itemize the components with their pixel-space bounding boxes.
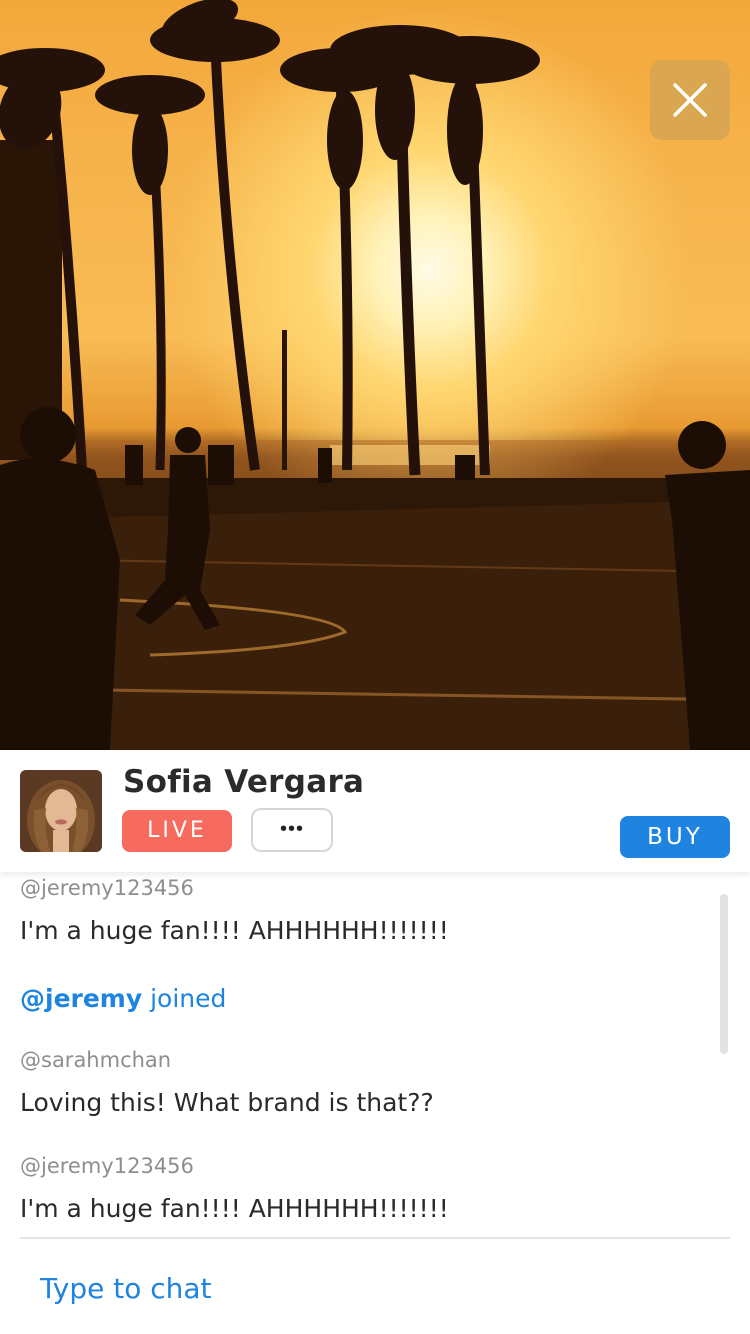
- join-handle[interactable]: @jeremy: [20, 984, 142, 1013]
- close-button[interactable]: [650, 60, 730, 140]
- buy-button[interactable]: BUY: [620, 816, 730, 858]
- chat-message-text: Loving this! What brand is that??: [20, 1088, 434, 1117]
- more-dots-icon: •••: [279, 818, 304, 840]
- more-options-button[interactable]: •••: [251, 808, 333, 852]
- join-text: joined: [150, 984, 227, 1013]
- close-icon: [673, 83, 707, 117]
- chat-message-text: I'm a huge fan!!!! AHHHHHH!!!!!!!: [20, 916, 449, 945]
- chat-input[interactable]: [40, 1268, 640, 1308]
- chat-message-text: I'm a huge fan!!!! AHHHHHH!!!!!!!: [20, 1194, 449, 1223]
- live-badge: LIVE: [122, 810, 232, 852]
- chat-message-user[interactable]: @jeremy123456: [20, 1154, 194, 1178]
- live-stream-screen: Sofia Vergara LIVE ••• BUY @jeremy123456…: [0, 0, 750, 1334]
- avatar[interactable]: [20, 770, 102, 852]
- chat-input-divider: [20, 1237, 730, 1239]
- stream-video[interactable]: [0, 0, 750, 750]
- chat-scrollbar[interactable]: [720, 894, 728, 1054]
- join-notice: @jeremy joined: [20, 984, 226, 1013]
- host-profile-bar: Sofia Vergara LIVE ••• BUY: [0, 750, 750, 872]
- chat-message-user[interactable]: @jeremy123456: [20, 876, 194, 900]
- sunset-scene-image: [0, 0, 750, 750]
- chat-feed[interactable]: @jeremy123456 I'm a huge fan!!!! AHHHHHH…: [0, 872, 750, 1237]
- host-avatar-image: [20, 770, 102, 852]
- chat-message-user[interactable]: @sarahmchan: [20, 1048, 171, 1072]
- host-name: Sofia Vergara: [123, 764, 365, 800]
